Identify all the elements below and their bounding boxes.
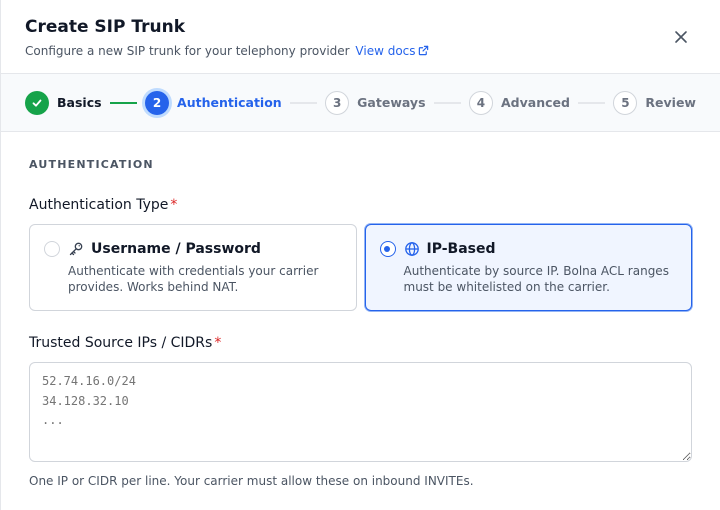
- view-docs-label: View docs: [355, 44, 416, 58]
- trusted-ips-textarea[interactable]: [29, 362, 692, 462]
- step-connector: [433, 101, 461, 104]
- step-review[interactable]: 5 Review: [613, 90, 696, 115]
- step-gateways-label: Gateways: [357, 95, 426, 110]
- subtitle-text: Configure a new SIP trunk for your telep…: [25, 44, 350, 58]
- auth-type-label: Authentication Type *: [29, 197, 692, 213]
- option-title: Username / Password: [91, 241, 261, 257]
- step-review-label: Review: [645, 95, 696, 110]
- option-header: Username / Password: [44, 241, 342, 257]
- check-icon: [32, 99, 42, 107]
- option-description: Authenticate with credentials your carri…: [68, 264, 319, 294]
- step-basics[interactable]: Basics: [25, 90, 102, 115]
- step-advanced[interactable]: 4 Advanced: [468, 90, 570, 115]
- auth-option-ip-based[interactable]: IP-Based Authenticate by source IP. Boln…: [364, 224, 692, 311]
- view-docs-link[interactable]: View docs: [355, 44, 428, 58]
- step-authentication-number: 2: [145, 90, 170, 115]
- create-sip-trunk-dialog: Create SIP Trunk Configure a new SIP tru…: [0, 0, 720, 510]
- step-review-number: 5: [613, 90, 638, 115]
- option-header: IP-Based: [379, 241, 678, 257]
- trusted-ips-label-text: Trusted Source IPs / CIDRs: [29, 335, 213, 351]
- close-icon: [675, 31, 687, 43]
- auth-type-label-text: Authentication Type: [29, 197, 169, 213]
- dialog-header: Create SIP Trunk Configure a new SIP tru…: [1, 0, 720, 74]
- section-title: AUTHENTICATION: [29, 158, 154, 171]
- option-description: Authenticate by source IP. Bolna ACL ran…: [403, 264, 669, 294]
- trusted-ips-hint: One IP or CIDR per line. Your carrier mu…: [29, 474, 474, 488]
- required-mark: *: [170, 197, 178, 213]
- external-link-icon: [418, 45, 428, 56]
- auth-type-options: Username / Password Authenticate with cr…: [29, 224, 692, 311]
- dialog-body: AUTHENTICATION Authentication Type * User…: [1, 158, 720, 488]
- step-advanced-number: 4: [468, 90, 493, 115]
- required-mark: *: [214, 335, 222, 351]
- step-gateways[interactable]: 3 Gateways: [325, 90, 426, 115]
- radio-ip-based[interactable]: [379, 241, 396, 257]
- trusted-ips-label: Trusted Source IPs / CIDRs *: [29, 335, 692, 351]
- key-icon: [68, 241, 84, 257]
- wizard-stepper: Basics 2 Authentication 3 Gateways 4 Adv…: [1, 74, 720, 132]
- step-connector: [289, 101, 318, 104]
- dialog-subtitle: Configure a new SIP trunk for your telep…: [25, 43, 696, 59]
- step-connector: [109, 101, 138, 104]
- dialog-title: Create SIP Trunk: [25, 17, 186, 37]
- globe-icon: [404, 241, 420, 257]
- auth-option-username-password[interactable]: Username / Password Authenticate with cr…: [29, 224, 357, 311]
- option-title: IP-Based: [426, 241, 496, 257]
- step-authentication[interactable]: 2 Authentication: [145, 90, 282, 115]
- step-connector: [577, 101, 606, 104]
- step-basics-indicator: [25, 90, 49, 115]
- step-advanced-label: Advanced: [500, 95, 570, 110]
- radio-username-password[interactable]: [44, 241, 60, 257]
- step-basics-label: Basics: [57, 95, 102, 110]
- step-authentication-label: Authentication: [177, 95, 282, 110]
- step-gateways-number: 3: [325, 90, 350, 115]
- close-button[interactable]: [670, 26, 692, 48]
